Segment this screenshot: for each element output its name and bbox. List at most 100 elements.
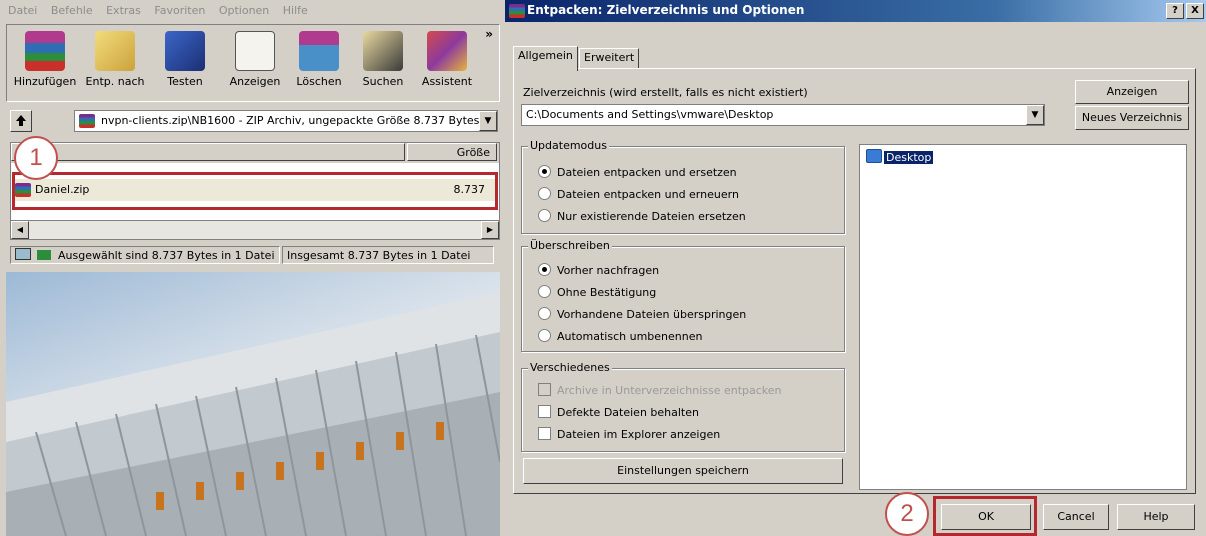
scroll-left-icon[interactable]: ◀ — [11, 221, 29, 239]
folder-tree[interactable]: Desktop — [859, 144, 1187, 490]
wizard-button[interactable]: Assistent — [415, 31, 479, 88]
group-update-mode-title: Updatemodus — [528, 139, 609, 152]
delete-button[interactable]: Löschen — [287, 31, 351, 88]
new-folder-button[interactable]: Neues Verzeichnis — [1075, 106, 1189, 130]
radio-label: Vorher nachfragen — [557, 264, 660, 277]
tree-item-desktop[interactable]: Desktop — [866, 149, 934, 164]
column-header: Größe — [11, 143, 499, 163]
delete-label: Löschen — [296, 75, 342, 88]
chevron-down-icon[interactable]: ▼ — [1026, 105, 1044, 125]
target-dir-combobox[interactable]: C:\Documents and Settings\vmware\Desktop… — [521, 104, 1045, 126]
checkbox-icon — [538, 405, 551, 418]
chevron-down-icon[interactable]: ▼ — [479, 111, 497, 131]
find-button[interactable]: Suchen — [351, 31, 415, 88]
target-dir-value: C:\Documents and Settings\vmware\Desktop — [526, 108, 774, 121]
winrar-window: Datei Befehle Extras Favoriten Optionen … — [0, 0, 505, 536]
radio-icon — [538, 329, 551, 342]
scroll-right-icon[interactable]: ▶ — [481, 221, 499, 239]
checkbox-show-explorer[interactable]: Dateien im Explorer anzeigen — [538, 427, 720, 441]
checkbox-keep-broken[interactable]: Defekte Dateien behalten — [538, 405, 699, 419]
path-dropdown[interactable]: nvpn-clients.zip\NB1600 - ZIP Archiv, un… — [74, 110, 498, 132]
column-name[interactable] — [11, 143, 405, 161]
radio-label: Automatisch umbenennen — [557, 330, 703, 343]
radio-icon — [538, 165, 551, 178]
test-label: Testen — [167, 75, 203, 88]
group-misc: Verschiedenes Archive in Unterverzeichni… — [521, 361, 845, 452]
find-label: Suchen — [362, 75, 404, 88]
radio-overwrite-nocheck[interactable]: Ohne Bestätigung — [538, 285, 656, 299]
highlight-ok-button — [933, 496, 1037, 536]
glasses-view-icon — [235, 31, 275, 71]
toolbar: Hinzufügen Entp. nach Testen Anzeigen Lö… — [6, 24, 500, 102]
tab-erweitert[interactable]: Erweitert — [579, 48, 640, 69]
radio-label: Ohne Bestätigung — [557, 286, 657, 299]
radio-icon — [538, 285, 551, 298]
archive-icon — [79, 114, 95, 128]
dialog-titlebar: Entpacken: Zielverzeichnis und Optionen … — [505, 0, 1206, 22]
book-check-icon — [165, 31, 205, 71]
radio-icon — [538, 209, 551, 222]
checkbox-label: Archive in Unterverzeichnisse entpacken — [557, 384, 782, 397]
menu-hilfe[interactable]: Hilfe — [283, 4, 308, 17]
add-label: Hinzufügen — [13, 75, 77, 88]
extract-to-button[interactable]: Entp. nach — [83, 31, 147, 88]
radio-label: Dateien entpacken und erneuern — [557, 188, 739, 201]
desktop-icon — [866, 149, 882, 163]
add-button[interactable]: Hinzufügen — [13, 31, 77, 88]
drive-icon — [15, 248, 31, 260]
terminal-blocks-image — [6, 292, 500, 536]
folder-extract-icon — [95, 31, 135, 71]
radio-label: Vorhandene Dateien überspringen — [557, 308, 747, 321]
menu-optionen[interactable]: Optionen — [219, 4, 269, 17]
books-add-icon — [25, 31, 65, 71]
status-total-text: Insgesamt 8.737 Bytes in 1 Datei — [287, 249, 471, 262]
help-button[interactable]: Help — [1117, 504, 1195, 530]
save-settings-button[interactable]: Einstellungen speichern — [523, 458, 843, 484]
wizard-icon — [427, 31, 467, 71]
test-button[interactable]: Testen — [153, 31, 217, 88]
group-overwrite-title: Überschreiben — [528, 239, 612, 252]
checkbox-icon — [538, 383, 551, 396]
radio-overwrite-ask[interactable]: Vorher nachfragen — [538, 263, 659, 277]
group-overwrite: Überschreiben Vorher nachfragen Ohne Bes… — [521, 239, 845, 352]
radio-update-renew[interactable]: Dateien entpacken und erneuern — [538, 187, 739, 201]
checkbox-label: Defekte Dateien behalten — [557, 406, 699, 419]
close-icon[interactable]: X — [1186, 3, 1204, 19]
radio-overwrite-skip[interactable]: Vorhandene Dateien überspringen — [538, 307, 746, 321]
radio-icon — [538, 307, 551, 320]
status-selected-text: Ausgewählt sind 8.737 Bytes in 1 Datei — [58, 249, 275, 262]
up-folder-button[interactable] — [10, 110, 32, 132]
group-update-mode: Updatemodus Dateien entpacken und ersetz… — [521, 139, 845, 234]
checkbox-label: Dateien im Explorer anzeigen — [557, 428, 721, 441]
group-misc-title: Verschiedenes — [528, 361, 612, 374]
callout-step-1: 1 — [14, 136, 58, 180]
help-title-button[interactable]: ? — [1166, 3, 1184, 19]
horizontal-scrollbar[interactable]: ◀ ▶ — [10, 220, 500, 240]
tab-allgemein[interactable]: Allgemein — [513, 46, 578, 71]
view-button[interactable]: Anzeigen — [223, 31, 287, 88]
radio-overwrite-rename[interactable]: Automatisch umbenennen — [538, 329, 702, 343]
status-bar: Ausgewählt sind 8.737 Bytes in 1 Datei I… — [10, 246, 498, 266]
radio-icon — [538, 187, 551, 200]
callout-step-2: 2 — [885, 492, 929, 536]
menu-extras[interactable]: Extras — [106, 4, 141, 17]
menu-befehle[interactable]: Befehle — [51, 4, 93, 17]
radio-update-replace[interactable]: Dateien entpacken und ersetzen — [538, 165, 737, 179]
status-selected: Ausgewählt sind 8.737 Bytes in 1 Datei — [10, 246, 280, 264]
menu-favoriten[interactable]: Favoriten — [154, 4, 205, 17]
path-bar: nvpn-clients.zip\NB1600 - ZIP Archiv, un… — [10, 108, 498, 132]
extract-dialog: Entpacken: Zielverzeichnis und Optionen … — [505, 0, 1206, 536]
column-size[interactable]: Größe — [407, 143, 497, 161]
show-button[interactable]: Anzeigen — [1075, 80, 1189, 104]
view-label: Anzeigen — [229, 75, 281, 88]
radio-update-existing[interactable]: Nur existierende Dateien ersetzen — [538, 209, 746, 223]
checkbox-icon — [538, 427, 551, 440]
radio-label: Dateien entpacken und ersetzen — [557, 166, 737, 179]
key-icon — [36, 250, 51, 260]
trash-books-icon — [299, 31, 339, 71]
up-arrow-icon — [16, 115, 26, 126]
menu-datei[interactable]: Datei — [8, 4, 37, 17]
toolbar-more-icon[interactable]: » — [485, 27, 493, 41]
cancel-button[interactable]: Cancel — [1043, 504, 1109, 530]
radio-icon — [538, 263, 551, 276]
